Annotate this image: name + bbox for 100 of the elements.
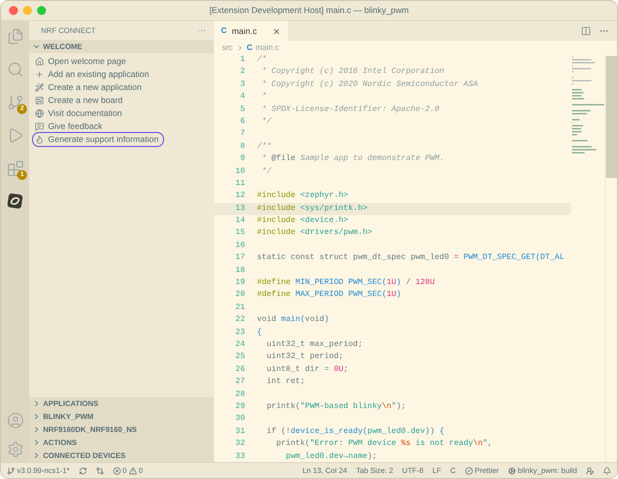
line-number: 25	[234, 351, 245, 364]
files-icon[interactable]	[6, 28, 24, 44]
code-line: uint32_t max_period;	[266, 338, 363, 351]
close-icon[interactable]	[272, 26, 281, 36]
line-number: 11	[234, 178, 245, 190]
branch-icon	[7, 466, 15, 474]
line-number: 5	[239, 104, 245, 116]
code-line: pwm_led0.dev→name);	[284, 450, 378, 462]
line-number: 32	[234, 438, 245, 450]
feedback-icon[interactable]	[586, 466, 594, 474]
compare-icon[interactable]	[96, 466, 104, 474]
code-line: {	[257, 326, 262, 339]
line-number: 31	[234, 426, 245, 438]
line-number: 15	[234, 227, 245, 240]
disabled-icon	[464, 466, 473, 474]
line-number: 10	[234, 166, 245, 178]
globe-icon	[35, 109, 44, 118]
line-number: 26	[234, 364, 245, 376]
code-line: *	[260, 91, 267, 104]
welcome-link[interactable]: Give feedback	[33, 120, 106, 133]
code-line: if (!device_is_ready(pwm_led0.dev)) {	[266, 426, 444, 438]
code-line: /**	[257, 140, 272, 153]
code-line: #include <device.h>	[257, 215, 348, 228]
search-icon[interactable]	[6, 60, 24, 78]
welcome-link[interactable]: Create a new application	[33, 81, 146, 94]
breadcrumb[interactable]: src	[222, 42, 233, 54]
code-line: void main(void)	[257, 314, 330, 326]
code-line: */	[260, 166, 272, 178]
tab-label: main.c	[232, 24, 257, 38]
welcome-link[interactable]: Create a new board	[33, 94, 127, 107]
code-line: #define MIN_PERIOD PWM_SEC(1U) / 128U	[257, 277, 435, 290]
split-editor-icon[interactable]	[581, 26, 591, 36]
code-line: uint32_t period;	[266, 351, 344, 364]
line-number: 6	[239, 116, 245, 128]
code-line: #include <drivers/pwm.h>	[257, 227, 372, 240]
welcome-link[interactable]: Add an existing application	[33, 68, 154, 81]
home-icon	[35, 57, 44, 66]
error-icon	[112, 466, 121, 474]
editor-tab[interactable]: C main.c	[214, 21, 288, 41]
line-number: 24	[234, 338, 245, 351]
code-line: * @file Sample app to demonstrate PWM.	[260, 153, 444, 166]
code-line: static const struct pwm_dt_spec pwm_led0 = PWM_DT_SPEC_GET(DT_AL	[257, 252, 564, 264]
account-icon[interactable]	[6, 412, 24, 429]
warning-icon	[128, 466, 137, 474]
line-number: 33	[234, 450, 245, 462]
code-line: uint8_t dir = 0U;	[266, 364, 348, 376]
line-number: 23	[234, 326, 245, 339]
scrollbar-thumb[interactable]	[606, 56, 617, 178]
line-number: 1	[239, 54, 245, 66]
speech-bubble-icon	[35, 122, 44, 131]
breadcrumb[interactable]: main.c	[255, 42, 280, 54]
line-number: 19	[234, 277, 245, 290]
zoom-window-button[interactable]	[37, 6, 46, 15]
code-line: printk("PWM-based blinky\n");	[266, 400, 406, 413]
line-number: 28	[234, 388, 245, 401]
bell-icon[interactable]	[603, 466, 611, 474]
code-line: #define MAX_PERIOD PWM_SEC(1U)	[257, 289, 402, 302]
line-number: 29	[234, 400, 245, 413]
line-number: 18	[234, 264, 245, 277]
welcome-link[interactable]: Generate support information	[33, 133, 163, 146]
window-title: [Extension Development Host] main.c — blinky_pwm	[209, 4, 409, 17]
line-number: 14	[234, 215, 245, 228]
line-number: 30	[234, 413, 245, 426]
line-number: 2	[239, 66, 245, 78]
sync-icon[interactable]	[78, 466, 87, 474]
more-actions-button[interactable]: ···	[197, 24, 206, 38]
line-number: 16	[234, 240, 245, 252]
line-number: 9	[239, 153, 245, 166]
code-line: */	[260, 116, 272, 128]
line-number: 17	[234, 252, 245, 264]
line-number: 7	[239, 128, 245, 140]
code-line: printk("Error: PWM device %s is not ready\n",	[275, 438, 492, 450]
line-number: 13	[234, 202, 245, 215]
nrf-logo-icon[interactable]	[6, 192, 24, 210]
line-number: 4	[239, 91, 245, 104]
close-window-button[interactable]	[9, 6, 18, 15]
plus-icon	[35, 70, 44, 79]
wand-icon	[35, 83, 44, 92]
code-line: int ret;	[266, 376, 306, 388]
minimize-window-button[interactable]	[23, 6, 32, 15]
welcome-link[interactable]: Open welcome page	[33, 55, 130, 68]
code-line: * Copyright (c) 2016 Intel Corporation	[260, 66, 444, 78]
code-line: #include <zephyr.h>	[257, 190, 348, 202]
c-file-icon: C	[246, 42, 252, 54]
line-number: 22	[234, 314, 245, 326]
blocks-icon[interactable]	[6, 160, 24, 176]
chevron-down-icon	[32, 42, 41, 51]
code-line: /*	[257, 54, 267, 66]
line-number: 27	[234, 376, 245, 388]
line-number: 20	[234, 289, 245, 302]
line-number: 8	[239, 140, 245, 153]
line-number: 3	[239, 78, 245, 91]
settings-icon[interactable]	[6, 441, 24, 458]
c-file-icon: C	[221, 25, 227, 37]
welcome-link[interactable]: Visit documentation	[33, 107, 126, 120]
branch-icon[interactable]	[6, 94, 24, 110]
line-number: 21	[234, 302, 245, 314]
line-number: 12	[234, 190, 245, 202]
flame-icon	[35, 135, 44, 144]
board-icon	[35, 96, 44, 105]
